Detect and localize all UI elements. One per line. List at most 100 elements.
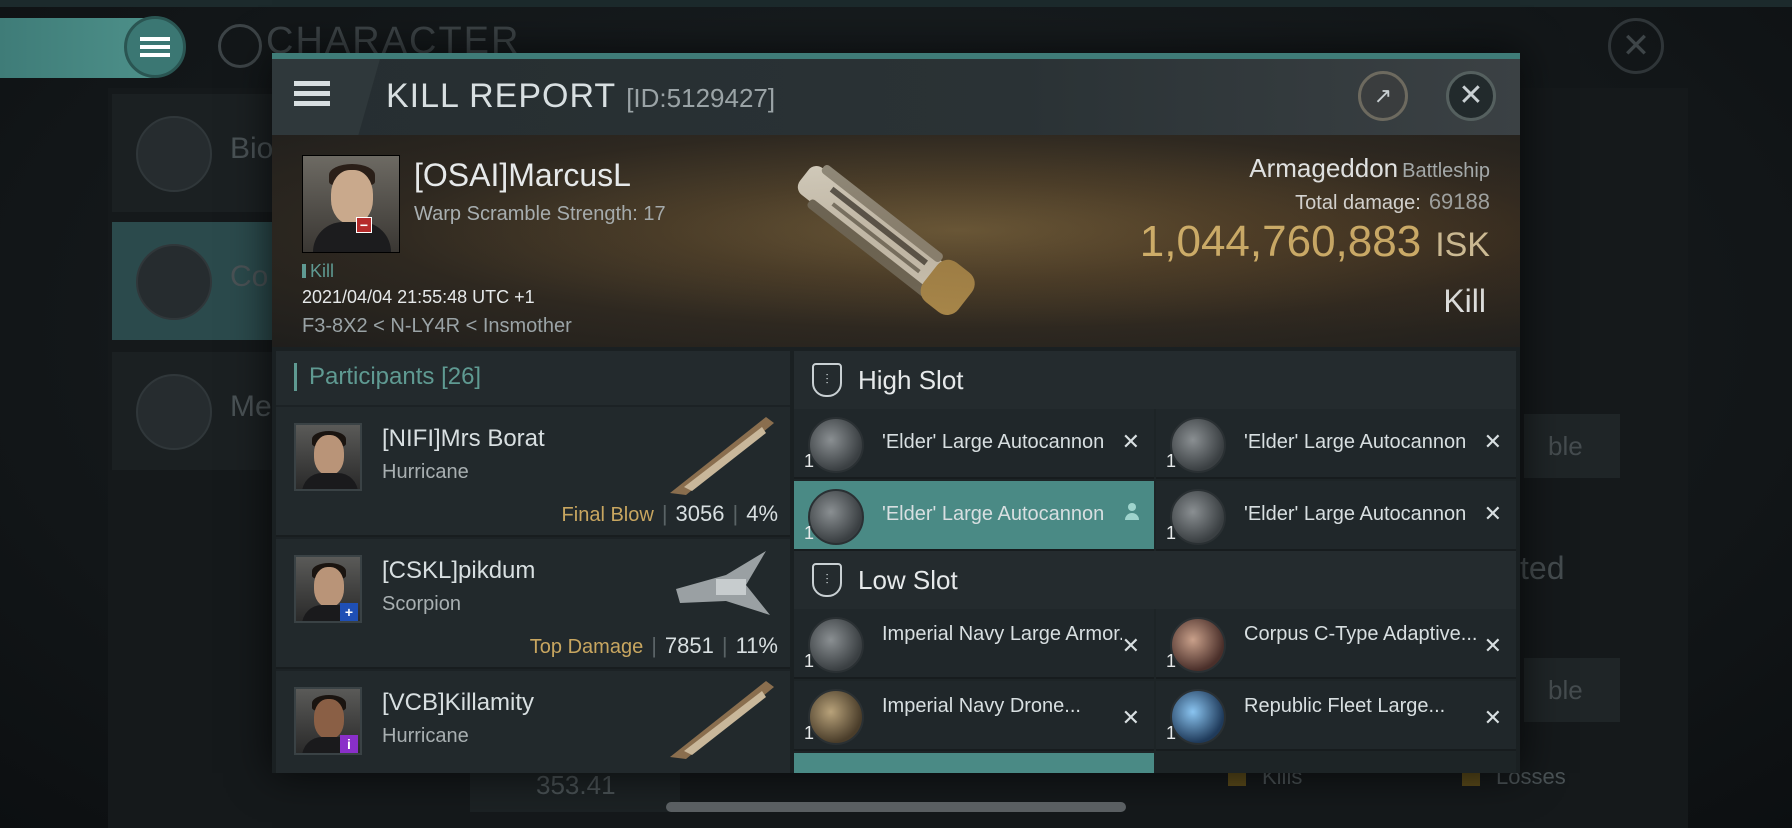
- side-label: Me: [230, 390, 272, 423]
- bio-icon: [136, 116, 212, 192]
- participant-damage: 3056: [675, 501, 725, 526]
- screen: CHARACTER ✕ ble ted ble Bio Co Me 353.41…: [0, 0, 1792, 828]
- module-item[interactable]: 1 Imperial Navy Large Armor... ✕: [794, 609, 1154, 679]
- high-slot-icon: ⫶: [812, 363, 842, 397]
- isk-value: 1,044,760,883 ISK: [1140, 217, 1490, 267]
- participant-stats: Final Blow | 3056 | 4%: [561, 501, 778, 526]
- fleet-module-icon: [1170, 689, 1226, 745]
- destroyed-x-icon: ✕: [1483, 429, 1502, 454]
- background-side-item-bio: Bio: [112, 94, 282, 212]
- external-link-icon: ↗: [1373, 83, 1393, 108]
- participant-ship: Scorpion: [382, 593, 461, 615]
- participant-row[interactable]: i [VCB]Killamity Hurricane: [276, 671, 790, 773]
- horizontal-scrollbar[interactable]: [666, 802, 1126, 812]
- module-item[interactable]: 1 Corpus C-Type Adaptive... ✕: [1156, 609, 1516, 679]
- kill-timestamp: 2021/04/04 21:55:48 UTC +1: [302, 287, 535, 307]
- module-qty: 1: [1166, 651, 1177, 671]
- isk-amount: 1,044,760,883: [1139, 217, 1422, 266]
- isk-unit: ISK: [1435, 226, 1490, 264]
- menu-icon: [140, 37, 170, 57]
- background-button-2: ble: [1524, 658, 1620, 722]
- module-name: 'Elder' Large Autocannon: [882, 431, 1105, 453]
- module-name: 'Elder' Large Autocannon: [882, 503, 1105, 525]
- module-item-selected[interactable]: 1 'Elder' Large Autocannon: [794, 481, 1154, 551]
- star-icon: [136, 374, 212, 450]
- autocannon-icon: [808, 417, 864, 473]
- kill-location[interactable]: F3-8X2 < N-LY4R < Insmother: [302, 315, 572, 338]
- module-item[interactable]: 1 Republic Fleet Large... ✕: [1156, 681, 1516, 751]
- background-menu-button[interactable]: [124, 16, 186, 78]
- combat-icon: [136, 244, 212, 320]
- header-menu-tab[interactable]: [272, 59, 380, 135]
- side-label: Co: [230, 260, 269, 293]
- participant-stats: Top Damage | 7851 | 11%: [529, 633, 778, 658]
- module-qty: 1: [804, 523, 815, 543]
- top-strip: [0, 0, 1792, 7]
- kill-tag: Kill: [302, 261, 334, 282]
- kill-report-dialog: KILL REPORT [ID:5129427] ↗ ✕ − [OSAI]Marc…: [272, 53, 1520, 773]
- module-item-partial[interactable]: [794, 753, 1154, 773]
- fitting-panel: ⫶ High Slot 1 'Elder' Large Autocannon ✕…: [794, 351, 1516, 773]
- module-name: 'Elder' Large Autocannon: [1244, 431, 1467, 453]
- participant-percent: 11%: [735, 633, 778, 658]
- participant-ship: Hurricane: [382, 725, 469, 747]
- info-badge-icon: i: [340, 735, 358, 753]
- dialog-header: KILL REPORT [ID:5129427] ↗ ✕: [272, 59, 1520, 135]
- background-close-icon[interactable]: ✕: [1608, 18, 1664, 74]
- module-item[interactable]: 1 Imperial Navy Drone... ✕: [794, 681, 1154, 751]
- low-slot-icon: ⫶: [812, 563, 842, 597]
- module-name: Corpus C-Type Adaptive...: [1244, 623, 1478, 645]
- module-name: 'Elder' Large Autocannon: [1244, 503, 1467, 525]
- low-slot-header: ⫶ Low Slot: [794, 551, 1516, 609]
- close-icon: ✕: [1458, 79, 1484, 112]
- standing-minus-icon: −: [356, 217, 372, 233]
- top-damage-label: Top Damage: [529, 636, 644, 658]
- adaptive-plating-icon: [1170, 617, 1226, 673]
- ship-image[interactable]: [772, 145, 1002, 335]
- close-button[interactable]: ✕: [1446, 71, 1496, 121]
- total-damage-value: 69188: [1428, 189, 1490, 214]
- destroyed-x-icon: ✕: [1483, 501, 1502, 526]
- participant-row[interactable]: [NIFI]Mrs Borat Hurricane Final Blow | 305…: [276, 407, 790, 537]
- participants-title: Participants [26]: [294, 363, 481, 391]
- high-slot-label: High Slot: [858, 365, 964, 395]
- destroyed-x-icon: ✕: [1121, 705, 1140, 730]
- module-name: Imperial Navy Drone...: [882, 695, 1081, 717]
- ship-name[interactable]: Armageddon Battleship: [1249, 153, 1490, 184]
- destroyed-x-icon: ✕: [1121, 633, 1140, 658]
- dialog-title: KILL REPORT [ID:5129427]: [386, 77, 775, 116]
- module-qty: 1: [804, 723, 815, 743]
- module-item[interactable]: 1 'Elder' Large Autocannon ✕: [1156, 481, 1516, 551]
- menu-icon: [294, 81, 330, 106]
- participants-panel: Participants [26] [NIFI]Mrs Borat Hurric…: [276, 351, 790, 773]
- victim-portrait[interactable]: [302, 155, 400, 253]
- armor-repairer-icon: [808, 617, 864, 673]
- module-item[interactable]: 1 'Elder' Large Autocannon ✕: [794, 409, 1154, 479]
- side-label: Bio: [230, 132, 274, 165]
- background-button-1: ble: [1524, 414, 1620, 478]
- module-qty: 1: [1166, 523, 1177, 543]
- background-text: ted: [1520, 550, 1565, 586]
- share-button[interactable]: ↗: [1358, 71, 1408, 121]
- participant-percent: 4%: [746, 501, 778, 526]
- destroyed-x-icon: ✕: [1121, 429, 1140, 454]
- module-item[interactable]: 1 'Elder' Large Autocannon ✕: [1156, 409, 1516, 479]
- module-qty: 1: [804, 651, 815, 671]
- module-name: Imperial Navy Large Armor...: [882, 623, 1122, 645]
- report-id: [ID:5129427]: [626, 83, 776, 113]
- module-qty: 1: [1166, 723, 1177, 743]
- person-icon: [1124, 503, 1140, 521]
- participants-title-text: Participants: [309, 363, 435, 390]
- victim-name[interactable]: [OSAI]MarcusL: [414, 157, 631, 194]
- background-side-item-medals: Me: [112, 352, 282, 470]
- title-text: KILL REPORT: [386, 77, 617, 115]
- autocannon-icon: [1170, 489, 1226, 545]
- participant-portrait[interactable]: [294, 423, 362, 491]
- ship-name-text: Armageddon: [1249, 153, 1399, 183]
- destroyed-x-icon: ✕: [1483, 633, 1502, 658]
- drone-module-icon: [808, 689, 864, 745]
- plus-badge-icon: +: [340, 603, 358, 621]
- participant-row[interactable]: + [CSKL]pikdum Scorpion Top Damage | 7851 |…: [276, 539, 790, 669]
- high-slot-header: ⫶ High Slot: [794, 351, 1516, 409]
- participants-count: [26]: [441, 363, 482, 390]
